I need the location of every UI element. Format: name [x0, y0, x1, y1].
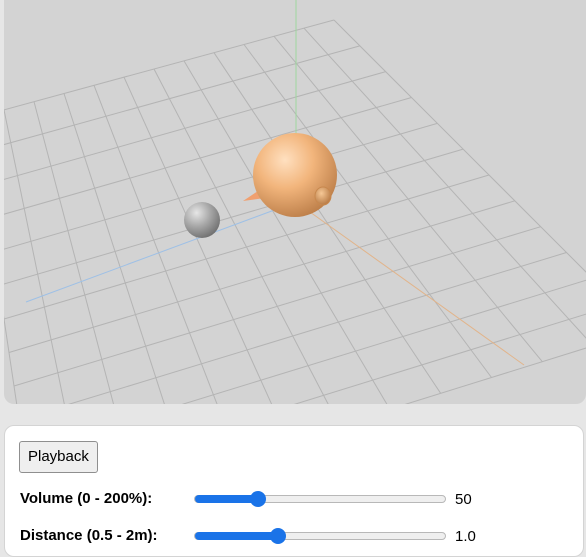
grid-line-horizontal [13, 226, 541, 387]
playback-button[interactable]: Playback [19, 441, 98, 473]
ear-shape [314, 186, 332, 206]
grid-line-vertical [333, 19, 586, 273]
volume-slider-fill [195, 495, 258, 503]
scene-viewport[interactable] [4, 0, 586, 404]
distance-slider-thumb[interactable] [270, 528, 287, 544]
grid-line-horizontal [68, 252, 567, 404]
control-panel: Playback Volume (0 - 200%): 50 Distance … [4, 425, 584, 557]
volume-slider[interactable] [194, 491, 446, 507]
distance-value: 1.0 [455, 528, 476, 545]
grid-line-horizontal [293, 313, 586, 404]
grid-line-vertical [213, 52, 442, 394]
listener-sphere[interactable] [184, 202, 220, 238]
scene-canvas [4, 0, 586, 404]
grid-line-vertical [153, 68, 329, 404]
volume-label: Volume (0 - 200%): [20, 490, 153, 507]
grid-line-vertical [4, 315, 18, 404]
distance-slider-fill [195, 532, 279, 540]
volume-value: 50 [455, 491, 472, 508]
grid-line-horizontal [4, 97, 412, 215]
volume-slider-thumb[interactable] [249, 491, 266, 507]
grid-line-horizontal [8, 200, 515, 353]
grid-line-horizontal [4, 19, 335, 111]
distance-label: Distance (0.5 - 2m): [20, 527, 158, 544]
axis-x-line [295, 201, 525, 366]
grid-line-horizontal [4, 148, 464, 285]
grid-line-vertical [4, 109, 65, 404]
grid-line-horizontal [4, 174, 490, 320]
distance-row: Distance (0.5 - 2m): 1.0 [20, 525, 580, 549]
grid-line-vertical [303, 27, 586, 339]
head-model[interactable] [243, 133, 337, 217]
grid-line-vertical [93, 85, 218, 404]
grid-line-horizontal [404, 347, 586, 404]
volume-row: Volume (0 - 200%): 50 [20, 488, 580, 512]
grid-line-horizontal [4, 122, 438, 250]
axis-z-line [25, 201, 297, 303]
distance-slider[interactable] [194, 528, 446, 544]
